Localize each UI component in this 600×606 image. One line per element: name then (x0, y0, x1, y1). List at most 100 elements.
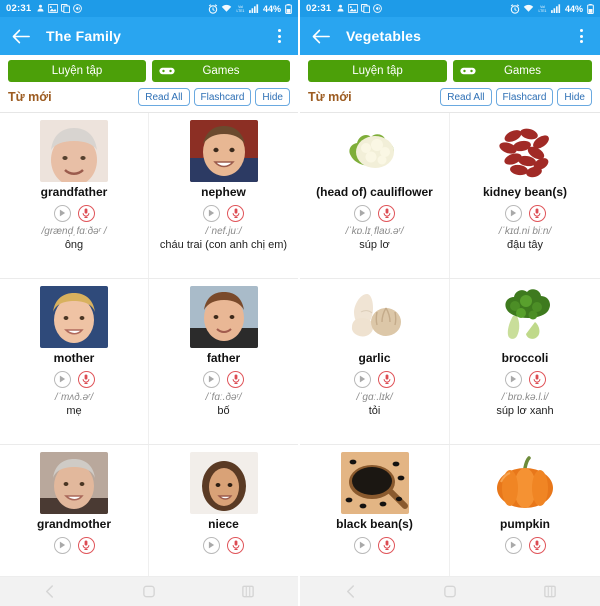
microphone-icon[interactable] (378, 536, 395, 554)
word-card[interactable]: kidney bean(s) /ˈkɪd.ni biːn/ đậu tây (450, 113, 600, 278)
word-card[interactable]: pumpkin (450, 445, 600, 576)
practice-button-label: Luyện tập (352, 65, 403, 77)
gamepad-icon (159, 66, 175, 77)
play-icon[interactable] (504, 204, 522, 222)
word-card[interactable]: grandfather /ɡrænd̩ˌfɑːðəʳ / ông (0, 113, 149, 278)
play-icon[interactable] (354, 204, 371, 222)
games-button-label: Games (503, 65, 542, 77)
play-icon[interactable] (504, 536, 522, 554)
action-buttons: Luyện tập Games (300, 55, 600, 86)
back-arrow-icon[interactable] (310, 25, 332, 47)
microphone-icon[interactable] (528, 370, 546, 388)
recents-nav-icon[interactable] (231, 577, 265, 606)
games-button-label: Games (202, 65, 240, 77)
word-card[interactable]: broccoli /ˈbrɒ.kə.l.i/ súp lơ xanh (450, 279, 600, 444)
microphone-icon[interactable] (77, 536, 95, 554)
section-actions: Read All Flashcard Hide (440, 88, 592, 106)
word-card[interactable]: garlic /ˈɡɑː.lɪk/ tỏi (300, 279, 450, 444)
play-icon[interactable] (504, 370, 522, 388)
alarm-icon (208, 3, 218, 14)
hide-button[interactable]: Hide (255, 88, 290, 106)
word-card[interactable]: nephew /ˈnef.juː/ cháu trai (con anh chị… (149, 113, 298, 278)
page-title: The Family (46, 28, 122, 44)
app-bar: Vegetables (300, 17, 600, 55)
battery-percent: 44% (262, 3, 281, 14)
meaning-text: bố (217, 404, 230, 417)
status-left-icons (336, 4, 383, 13)
home-nav-icon[interactable] (433, 577, 467, 606)
recents-nav-icon[interactable] (533, 577, 567, 606)
action-buttons: Luyện tập Games (0, 55, 298, 86)
read-all-button[interactable]: Read All (440, 88, 492, 106)
phonetic-text: /ɡrænd̩ˌfɑːðəʳ / (41, 225, 107, 237)
play-icon[interactable] (53, 370, 71, 388)
back-nav-icon[interactable] (333, 577, 367, 606)
word-text: niece (208, 517, 239, 531)
play-icon[interactable] (354, 536, 371, 554)
section-bar: Từ mới Read All Flashcard Hide (0, 86, 298, 112)
games-button[interactable]: Games (453, 60, 592, 82)
overflow-menu-icon[interactable] (572, 25, 590, 47)
play-icon[interactable] (354, 370, 371, 388)
person-data-icon (336, 4, 345, 13)
word-controls (203, 204, 244, 222)
phonetic-text: /ˈkɒ.lɪˌflaʊ.əʳ/ (345, 225, 404, 237)
meaning-text: cháu trai (con anh chị em) (159, 238, 288, 251)
word-controls (504, 370, 546, 388)
word-controls (53, 536, 95, 554)
word-card[interactable]: black bean(s) (300, 445, 450, 576)
status-left-icons (36, 4, 83, 13)
microphone-icon[interactable] (528, 204, 546, 222)
word-card[interactable]: niece (149, 445, 298, 576)
meaning-text: súp lơ (359, 238, 390, 251)
signal-icon (249, 4, 259, 13)
microphone-icon[interactable] (77, 370, 95, 388)
woman-photo (40, 286, 108, 348)
status-right-icons: Vol LTE1 44% (208, 3, 292, 14)
flashcard-button[interactable]: Flashcard (193, 88, 252, 106)
microphone-icon[interactable] (528, 536, 546, 554)
home-nav-icon[interactable] (132, 577, 166, 606)
word-list[interactable]: grandfather /ɡrænd̩ˌfɑːðəʳ / ông nephew (0, 112, 298, 576)
practice-button[interactable]: Luyện tập (8, 60, 146, 82)
word-card[interactable]: father /ˈfɑː.ðəʳ/ bố (149, 279, 298, 444)
phonetic-text: /ˈkɪd.ni biːn/ (498, 225, 552, 237)
phone-screen-vegetables: 02:31 Vol LTE1 44% Vegetables Luyện tập … (300, 0, 600, 606)
play-icon[interactable] (203, 204, 220, 222)
status-right-icons: Vol LTE1 44% (510, 3, 594, 14)
dual-screenshot-container: 02:31 Vol LTE1 44% The Family Luyện tập … (0, 0, 600, 606)
play-icon[interactable] (53, 536, 71, 554)
practice-button-label: Luyện tập (51, 65, 103, 77)
status-time: 02:31 (306, 3, 332, 14)
games-button[interactable]: Games (152, 60, 290, 82)
hide-button[interactable]: Hide (557, 88, 592, 106)
flashcard-button[interactable]: Flashcard (495, 88, 554, 106)
microphone-icon[interactable] (227, 370, 244, 388)
read-all-button[interactable]: Read All (138, 88, 190, 106)
overflow-menu-icon[interactable] (270, 25, 288, 47)
back-arrow-icon[interactable] (10, 25, 32, 47)
elderly-woman-photo (40, 452, 108, 514)
microphone-icon[interactable] (378, 204, 395, 222)
wifi-icon (523, 4, 534, 13)
word-card[interactable]: grandmother (0, 445, 149, 576)
back-nav-icon[interactable] (33, 577, 67, 606)
status-bar: 02:31 Vol LTE1 44% (0, 0, 298, 17)
meaning-text: mẹ (66, 404, 82, 417)
signal-icon (551, 4, 561, 13)
play-icon[interactable] (53, 204, 71, 222)
word-list[interactable]: (head of) cauliflower /ˈkɒ.lɪˌflaʊ.əʳ/ s… (300, 112, 600, 576)
practice-button[interactable]: Luyện tập (308, 60, 447, 82)
play-icon[interactable] (203, 370, 220, 388)
play-icon[interactable] (203, 536, 220, 554)
microphone-icon[interactable] (227, 536, 244, 554)
microphone-icon[interactable] (378, 370, 395, 388)
word-text: (head of) cauliflower (316, 185, 433, 199)
word-row: black bean(s) pumpkin (300, 444, 600, 576)
word-text: nephew (201, 185, 246, 199)
word-card[interactable]: (head of) cauliflower /ˈkɒ.lɪˌflaʊ.əʳ/ s… (300, 113, 450, 278)
microphone-icon[interactable] (77, 204, 95, 222)
volume-icon (73, 4, 83, 13)
word-card[interactable]: mother /ˈmʌð.əʳ/ mẹ (0, 279, 149, 444)
microphone-icon[interactable] (227, 204, 244, 222)
